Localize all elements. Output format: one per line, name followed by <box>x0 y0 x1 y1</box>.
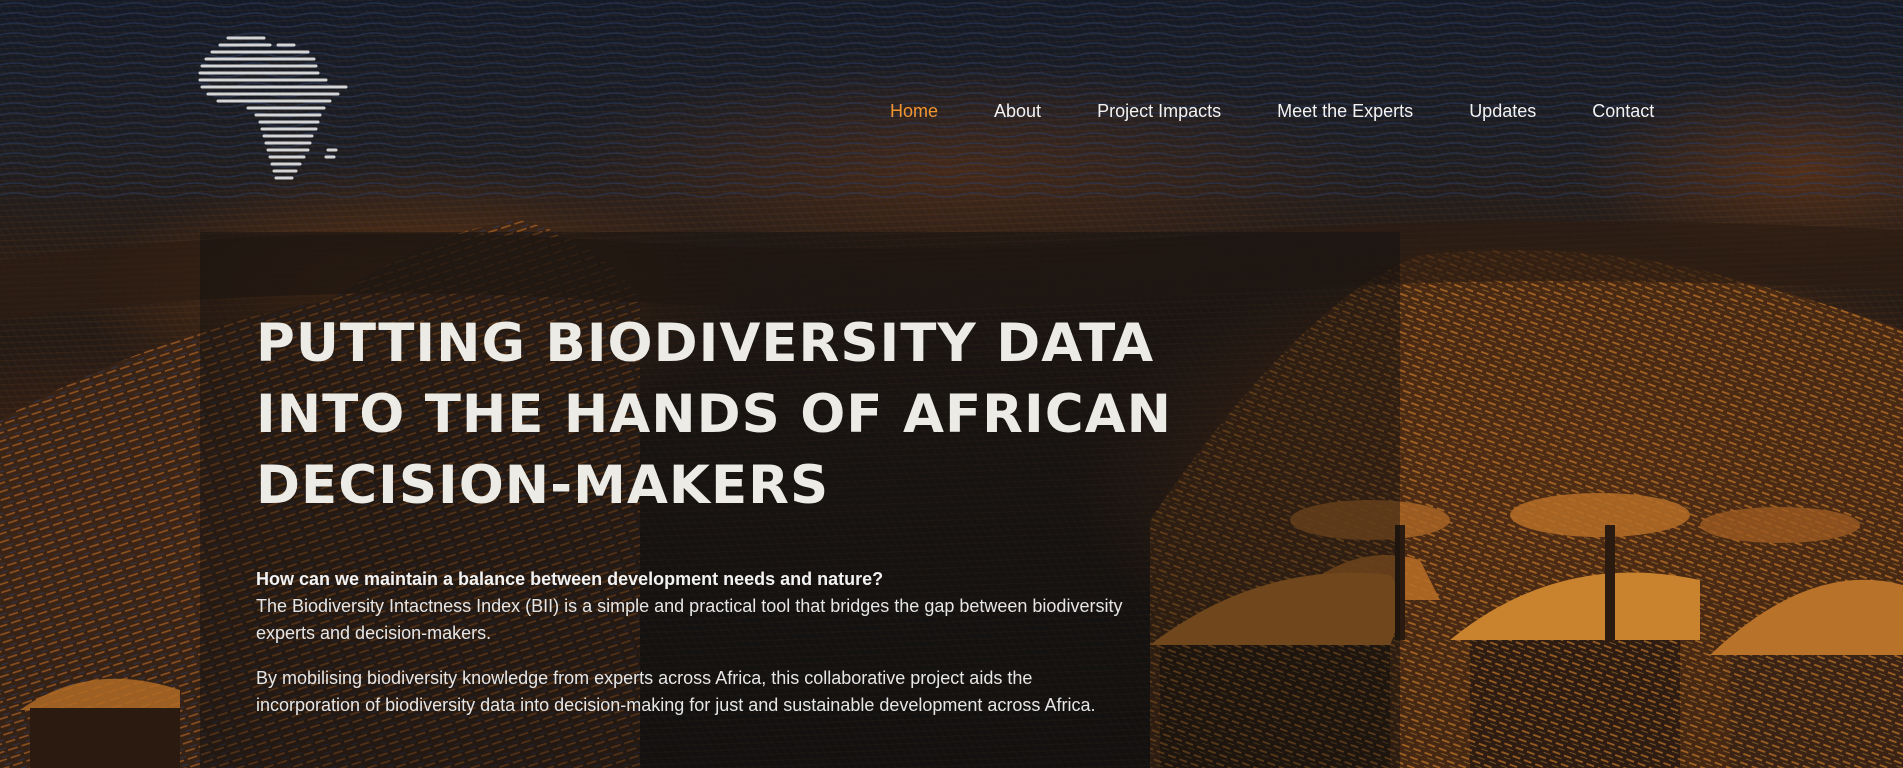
africa-map-logo[interactable] <box>198 32 350 192</box>
nav-meet-the-experts[interactable]: Meet the Experts <box>1277 101 1413 122</box>
hero-paragraph-1: The Biodiversity Intactness Index (BII) … <box>256 596 1123 643</box>
hero-headline: PUTTING BIODIVERSITY DATA INTO THE HANDS… <box>256 308 1176 521</box>
hero-content: PUTTING BIODIVERSITY DATA INTO THE HANDS… <box>256 308 1176 719</box>
hero-paragraph-2: By mobilising biodiversity knowledge fro… <box>256 668 1096 715</box>
nav-about[interactable]: About <box>994 101 1041 122</box>
hero-question: How can we maintain a balance between de… <box>256 569 884 589</box>
nav-project-impacts[interactable]: Project Impacts <box>1097 101 1221 122</box>
nav-home[interactable]: Home <box>890 101 938 122</box>
headline-line-3: DECISION-MAKERS <box>256 455 830 516</box>
headline-line-1: PUTTING BIODIVERSITY DATA <box>256 313 1155 374</box>
hero-section: Home About Project Impacts Meet the Expe… <box>0 0 1903 768</box>
headline-line-2: INTO THE HANDS OF AFRICAN <box>256 384 1172 445</box>
nav-updates[interactable]: Updates <box>1469 101 1536 122</box>
nav-contact[interactable]: Contact <box>1592 101 1654 122</box>
main-navigation: Home About Project Impacts Meet the Expe… <box>890 97 1654 125</box>
